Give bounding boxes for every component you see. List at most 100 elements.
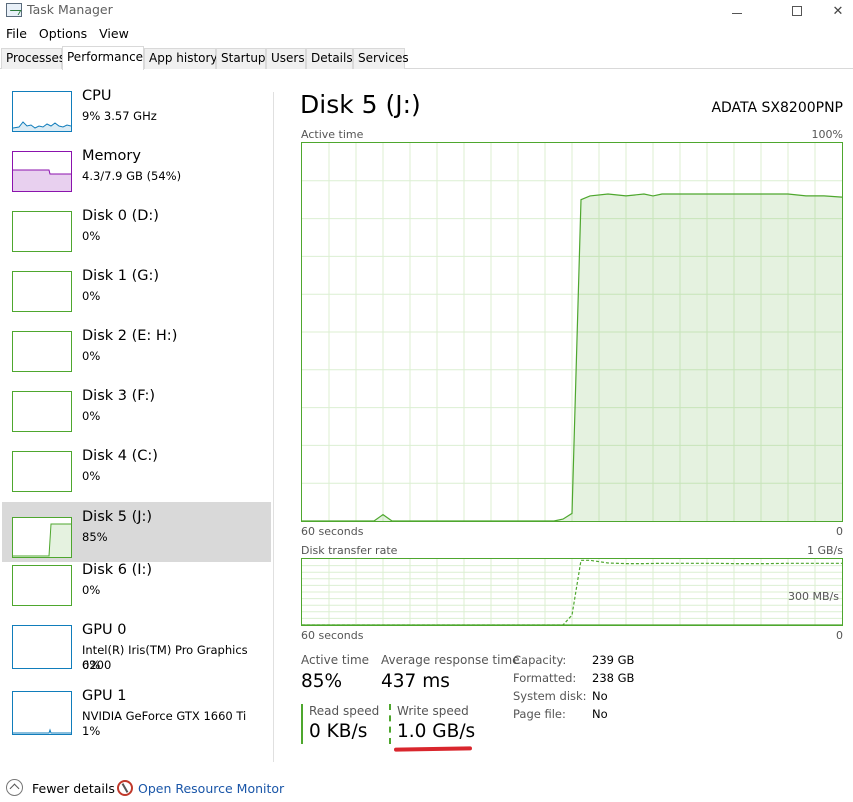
sidebar-thumbnail-graph	[12, 151, 72, 192]
resource-monitor-icon[interactable]	[117, 780, 133, 796]
menu-options[interactable]: Options	[33, 24, 93, 44]
sidebar-item-usage: 0%	[82, 658, 101, 672]
sidebar-thumbnail-graph	[12, 517, 72, 558]
menu-file[interactable]: File	[0, 24, 33, 44]
write-speed-legend-bar	[389, 704, 391, 744]
tab-services[interactable]: Services	[353, 48, 409, 69]
window-title: Task Manager	[27, 2, 113, 17]
transfer-rate-zero-label: 0	[836, 629, 843, 642]
sidebar-item-detail: NVIDIA GeForce GTX 1660 Ti	[82, 709, 247, 723]
sidebar-item-name: GPU 0	[82, 622, 127, 638]
sidebar-item-name: Disk 1 (G:)	[82, 268, 160, 284]
sidebar-item-disk-4-c[interactable]: Disk 4 (C:) 0%	[2, 448, 271, 506]
active-time-stat-label: Active time	[301, 653, 370, 667]
tab-app-history[interactable]: App history	[144, 48, 218, 69]
maximize-button[interactable]	[774, 0, 820, 22]
transfer-rate-max-label: 1 GB/s	[806, 544, 843, 557]
close-icon: ✕	[832, 3, 844, 19]
sidebar-thumbnail-graph	[12, 691, 72, 735]
active-time-duration-label: 60 seconds	[301, 525, 364, 538]
disk-model: ADATA SX8200PNP	[711, 100, 843, 116]
menu-view[interactable]: View	[93, 24, 135, 44]
sidebar-item-detail: 0%	[82, 349, 101, 363]
sidebar-item-name: Disk 0 (D:)	[82, 208, 159, 224]
transfer-rate-chart	[301, 558, 843, 626]
detail-label: Page file:	[513, 707, 566, 721]
sidebar-item-disk-2-e-h[interactable]: Disk 2 (E: H:) 0%	[2, 328, 271, 386]
minimize-button[interactable]	[714, 0, 760, 22]
sidebar-item-gpu-1[interactable]: GPU 1 NVIDIA GeForce GTX 1660 Ti 1%	[2, 688, 271, 746]
open-resource-monitor-link[interactable]: Open Resource Monitor	[138, 781, 284, 796]
transfer-rate-mid-label: 300 MB/s	[788, 590, 839, 603]
sidebar-item-name: CPU	[82, 88, 112, 104]
sidebar-item-name: Disk 3 (F:)	[82, 388, 156, 404]
active-time-stat-value: 85%	[301, 671, 343, 692]
transfer-rate-label: Disk transfer rate	[301, 544, 398, 557]
tab-startup[interactable]: Startup	[216, 48, 266, 69]
sidebar-item-disk-6-i[interactable]: Disk 6 (I:) 0%	[2, 562, 271, 620]
maximize-icon	[792, 6, 802, 16]
tab-processes[interactable]: Processes	[1, 48, 65, 69]
sidebar-item-detail: Intel(R) Iris(TM) Pro Graphics 6200	[82, 643, 248, 672]
sidebar-thumbnail-graph	[12, 91, 72, 132]
active-time-chart-svg	[302, 143, 842, 521]
active-time-label: Active time	[301, 128, 364, 141]
read-speed-label: Read speed	[309, 704, 380, 718]
transfer-rate-duration-label: 60 seconds	[301, 629, 364, 642]
sidebar-item-name: Memory	[82, 148, 141, 164]
task-manager-icon	[6, 3, 22, 17]
detail-label: System disk:	[513, 689, 587, 703]
sidebar-thumbnail-graph	[12, 391, 72, 432]
tab-bar: Processes Performance App history Startu…	[0, 46, 853, 70]
minimize-icon	[732, 12, 742, 14]
active-time-zero-label: 0	[836, 525, 843, 538]
tab-performance[interactable]: Performance	[62, 46, 144, 70]
page-title: Disk 5 (J:)	[300, 90, 421, 119]
sidebar-item-disk-1-g[interactable]: Disk 1 (G:) 0%	[2, 268, 271, 326]
sidebar-thumbnail-graph	[12, 625, 72, 669]
detail-value: No	[592, 689, 608, 703]
sidebar-item-detail: 0%	[82, 229, 101, 243]
sidebar-divider	[273, 92, 274, 762]
sidebar-item-cpu[interactable]: CPU 9% 3.57 GHz	[2, 88, 271, 146]
close-button[interactable]: ✕	[815, 0, 853, 22]
read-speed-value: 0 KB/s	[309, 721, 368, 742]
sidebar-item-name: Disk 2 (E: H:)	[82, 328, 178, 344]
sidebar-item-disk-3-f[interactable]: Disk 3 (F:) 0%	[2, 388, 271, 446]
chevron-up-icon[interactable]	[6, 779, 23, 796]
sidebar-item-disk-5-j[interactable]: Disk 5 (J:) 85%	[2, 502, 271, 562]
sidebar-item-name: GPU 1	[82, 688, 127, 704]
sidebar-item-name: Disk 5 (J:)	[82, 509, 153, 525]
write-speed-value: 1.0 GB/s	[397, 721, 476, 742]
sidebar-item-gpu-0[interactable]: GPU 0 Intel(R) Iris(TM) Pro Graphics 6200…	[2, 622, 271, 680]
write-speed-label: Write speed	[397, 704, 469, 718]
sidebar-item-detail: 9% 3.57 GHz	[82, 109, 157, 123]
sidebar-item-usage: 1%	[82, 724, 101, 738]
avg-response-label: Average response time	[381, 653, 520, 667]
read-speed-legend-bar	[301, 704, 303, 744]
sidebar-item-detail: 0%	[82, 409, 101, 423]
tab-users[interactable]: Users	[266, 48, 306, 69]
transfer-rate-chart-svg	[302, 559, 842, 625]
sidebar-item-detail: 85%	[82, 530, 108, 544]
sidebar-item-detail: 0%	[82, 469, 101, 483]
detail-label: Formatted:	[513, 671, 577, 685]
sidebar-item-name: Disk 6 (I:)	[82, 562, 153, 578]
sidebar: CPU 9% 3.57 GHz Memory 4.3/7.9 GB (54%) Disk…	[0, 70, 272, 754]
sidebar-thumbnail-graph	[12, 211, 72, 252]
sidebar-thumbnail-graph	[12, 565, 72, 606]
sidebar-item-disk-0-d[interactable]: Disk 0 (D:) 0%	[2, 208, 271, 266]
sidebar-item-detail: 0%	[82, 583, 101, 597]
write-speed-annotation-underline	[393, 746, 473, 752]
sidebar-thumbnail-graph	[12, 451, 72, 492]
sidebar-item-name: Disk 4 (C:)	[82, 448, 158, 464]
active-time-chart	[301, 142, 843, 522]
sidebar-item-memory[interactable]: Memory 4.3/7.9 GB (54%)	[2, 148, 271, 206]
fewer-details-button[interactable]: Fewer details	[32, 781, 115, 796]
menu-bar: File Options View	[0, 24, 135, 44]
sidebar-item-detail: 0%	[82, 289, 101, 303]
detail-value: 239 GB	[592, 653, 635, 667]
tab-details[interactable]: Details	[306, 48, 353, 69]
avg-response-value: 437 ms	[381, 671, 450, 692]
sidebar-thumbnail-graph	[12, 331, 72, 372]
